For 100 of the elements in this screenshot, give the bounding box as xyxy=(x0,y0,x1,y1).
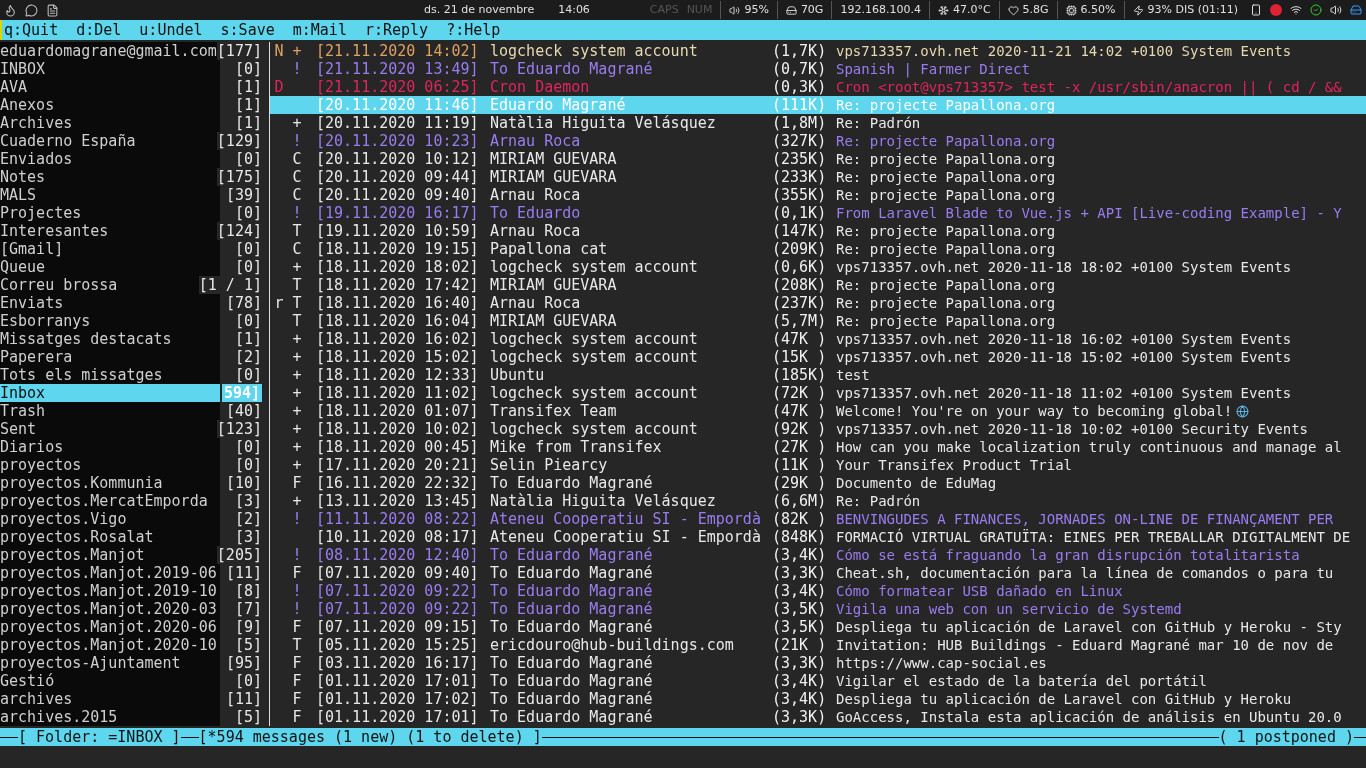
folder-name[interactable]: Inbox xyxy=(0,384,220,402)
message-row[interactable]: ! [08.11.2020 12:40] To Eduardo Magrané (3,4K) Cómo se está fraguando la gran disrupción totalitarista xyxy=(270,546,1366,564)
message-row[interactable]: + [18.11.2020 15:02] logcheck system account (15K ) vps713357.ovh.net 2020-11-18 15:02 +0100 System Events xyxy=(270,348,1366,366)
message-date: [21.11.2020 06:25] xyxy=(316,78,480,96)
folder-name[interactable]: Archives xyxy=(0,114,220,132)
folder-name[interactable]: Sent xyxy=(0,420,217,438)
message-row[interactable]: r T [18.11.2020 16:40] Arnau Roca (237K) Re: projecte Papallona.org xyxy=(270,294,1366,312)
folder-name[interactable]: Projectes xyxy=(0,204,220,222)
flag-letter: + xyxy=(292,42,302,60)
message-row[interactable]: [10.11.2020 08:17] Ateneu Cooperatiu SI - Empordà (848K) FORMACIÓ VIRTUAL GRATUÏTA: EINES PER TREBALLAR DIGITALMENT DE xyxy=(270,528,1366,546)
message-subject: vps713357.ovh.net 2020-11-18 15:02 +0100 System Events xyxy=(836,348,1292,366)
message-subject: vps713357.ovh.net 2020-11-21 14:02 +0100 System Events xyxy=(836,42,1292,60)
folder-name[interactable]: proyectos xyxy=(0,456,220,474)
folder-name[interactable]: Interesantes xyxy=(0,222,217,240)
message-row[interactable]: D [21.11.2020 06:25] Cron Daemon (0,3K) Cron <root@vps713357> test -x /usr/sbin/anacron || ( cd / && xyxy=(270,78,1366,96)
message-row[interactable]: ! [07.11.2020 09:22] To Eduardo Magrané (3,4K) Cómo formatear USB dañado en Linux xyxy=(270,582,1366,600)
message-row[interactable]: T [05.11.2020 15:25] ericdouro@hub-buildings.com (21K ) Invitation: HUB Buildings - Eduard Magrané mar 10 de nov de xyxy=(270,636,1366,654)
folder-name[interactable]: archives.2015 xyxy=(0,708,220,726)
folder-name[interactable]: Cuaderno España xyxy=(0,132,217,150)
folder-name[interactable]: eduardomagrane@gmail.com xyxy=(0,42,217,60)
folder-name[interactable]: proyectos.Manjot.2020-10 xyxy=(0,636,220,654)
chat-icon[interactable] xyxy=(25,3,38,17)
flag-letter: + xyxy=(292,366,302,384)
message-row[interactable]: ! [20.11.2020 10:23] Arnau Roca (327K) Re: projecte Papallona.org xyxy=(270,132,1366,150)
message-row[interactable]: C [20.11.2020 09:40] Arnau Roca (355K) Re: projecte Papallona.org xyxy=(270,186,1366,204)
message-summary: [*594 messages (1 new) (1 to delete) ] xyxy=(198,728,542,746)
message-row[interactable]: + [18.11.2020 10:02] logcheck system account (92K ) vps713357.ovh.net 2020-11-18 10:02 +0100 Security Events xyxy=(270,420,1366,438)
folder-name[interactable]: Esborranys xyxy=(0,312,220,330)
folder-name[interactable]: archives xyxy=(0,690,220,708)
message-size: (5,7M) xyxy=(772,312,828,330)
message-row[interactable]: + [18.11.2020 00:45] Mike from Transifex (27K ) How can you make localization truly continuous and manage al xyxy=(270,438,1366,456)
message-row[interactable]: + [17.11.2020 20:21] Selin Piearcy (11K ) Your Transifex Product Trial xyxy=(270,456,1366,474)
message-row[interactable]: + [20.11.2020 11:19] Natàlia Higuita Velásquez (1,8M) Re: Padrón xyxy=(270,114,1366,132)
folder-name[interactable]: AVA xyxy=(0,78,220,96)
folder-name[interactable]: proyectos-Ajuntament xyxy=(0,654,220,672)
message-row[interactable]: F [16.11.2020 22:32] To Eduardo Magrané (29K ) Documento de EduMag xyxy=(270,474,1366,492)
signal-icon[interactable] xyxy=(1290,4,1302,16)
folder-name[interactable]: Queue xyxy=(0,258,220,276)
folder-name[interactable]: Tots els missatges xyxy=(0,366,220,384)
folder-name[interactable]: Diarios xyxy=(0,438,220,456)
folder-name[interactable]: Enviados xyxy=(0,150,220,168)
message-row[interactable]: ! [19.11.2020 16:17] To Eduardo (0,1K) From Laravel Blade to Vue.js + API [Live-coding Example] - Y xyxy=(270,204,1366,222)
document-icon[interactable] xyxy=(46,3,59,17)
message-date: [07.11.2020 09:22] xyxy=(316,582,480,600)
folder-name[interactable]: [Gmail] xyxy=(0,240,220,258)
message-row[interactable]: C [20.11.2020 10:12] MIRIAM GUEVARA (235K) Re: projecte Papallona.org xyxy=(270,150,1366,168)
folder-name[interactable]: proyectos.Manjot xyxy=(0,546,217,564)
message-row[interactable]: F [03.11.2020 16:17] To Eduardo Magrané (3,3K) https://www.cap-social.es xyxy=(270,654,1366,672)
browser-icon[interactable] xyxy=(4,3,17,17)
flag-letter: + xyxy=(292,384,302,402)
message-date: [07.11.2020 09:40] xyxy=(316,564,480,582)
message-row[interactable]: C [20.11.2020 09:44] MIRIAM GUEVARA (233K) Re: projecte Papallona.org xyxy=(270,168,1366,186)
folder-name[interactable]: INBOX xyxy=(0,60,220,78)
check-icon[interactable] xyxy=(1310,4,1322,16)
folder-name[interactable]: Notes xyxy=(0,168,217,186)
folder-name[interactable]: proyectos.MercatEmporda xyxy=(0,492,220,510)
message-row[interactable]: + [18.11.2020 12:33] Ubuntu (185K) test xyxy=(270,366,1366,384)
message-row[interactable]: F [07.11.2020 09:15] To Eduardo Magrané (3,5K) Despliega tu aplicación de Laravel con GitHub y Heroku - Sty xyxy=(270,618,1366,636)
phone-icon[interactable] xyxy=(1250,4,1262,16)
message-date: [20.11.2020 10:12] xyxy=(316,150,480,168)
folder-name[interactable]: proyectos.Rosalat xyxy=(0,528,220,546)
message-row[interactable]: F [01.11.2020 17:02] To Eduardo Magrané (3,4K) Despliega tu aplicación de Laravel con GitHub y Heroku xyxy=(270,690,1366,708)
volume-icon[interactable] xyxy=(1330,4,1342,16)
postponed-count: ( 1 postponed ) xyxy=(1218,728,1354,746)
message-row[interactable]: F [01.11.2020 17:01] To Eduardo Magrané (3,3K) GoAccess, Instala esta aplicación de análisis en Ubuntu 20.0 xyxy=(270,708,1366,726)
message-row[interactable]: ! [11.11.2020 08:22] Ateneu Cooperatiu SI - Empordà (82K ) BENVINGUDES A FINANCES, JORNADES ON-LINE DE FINANÇAMENT PER xyxy=(270,510,1366,528)
folder-count: [39] xyxy=(225,186,262,204)
box-icon[interactable] xyxy=(1350,4,1362,16)
message-sender: logcheck system account xyxy=(490,348,699,366)
folder-name[interactable]: proyectos.Manjot.2020-06 xyxy=(0,618,220,636)
message-row[interactable]: C [18.11.2020 19:15] Papallona cat (209K) Re: projecte Papallona.org xyxy=(270,240,1366,258)
folder-name[interactable]: Missatges destacats xyxy=(0,330,220,348)
folder-name[interactable]: Trash xyxy=(0,402,220,420)
message-row[interactable]: + [18.11.2020 18:02] logcheck system account (0,6K) vps713357.ovh.net 2020-11-18 18:02 +0100 System Events xyxy=(270,258,1366,276)
message-subject: Re: projecte Papallona.org xyxy=(836,96,1056,114)
message-row[interactable]: T [19.11.2020 10:59] Arnau Roca (147K) Re: projecte Papallona.org xyxy=(270,222,1366,240)
folder-name[interactable]: Enviats xyxy=(0,294,220,312)
message-row[interactable]: T [18.11.2020 17:42] MIRIAM GUEVARA (208K) Re: projecte Papallona.org xyxy=(270,276,1366,294)
folder-name[interactable]: Correu brossa xyxy=(0,276,199,294)
folder-name[interactable]: proyectos.Kommunia xyxy=(0,474,220,492)
folder-name[interactable]: MALS xyxy=(0,186,220,204)
message-row[interactable]: F [01.11.2020 17:01] To Eduardo Magrané (3,4K) Vigilar el estado de la batería del portátil xyxy=(270,672,1366,690)
message-row[interactable]: + [18.11.2020 11:02] logcheck system account (72K ) vps713357.ovh.net 2020-11-18 11:02 +0100 System Events xyxy=(270,384,1366,402)
folder-name[interactable]: proyectos.Manjot.2020-03 xyxy=(0,600,220,618)
folder-name[interactable]: proyectos.Vigo xyxy=(0,510,220,528)
message-row[interactable]: T [18.11.2020 16:04] MIRIAM GUEVARA (5,7M) Re: projecte Papallona.org xyxy=(270,312,1366,330)
folder-name[interactable]: proyectos.Manjot.2019-10 xyxy=(0,582,220,600)
folder-name[interactable]: Anexos xyxy=(0,96,220,114)
folder-name[interactable]: Gestió xyxy=(0,672,220,690)
folder-name[interactable]: proyectos.Manjot.2019-06 xyxy=(0,564,220,582)
message-size: (355K) xyxy=(772,186,828,204)
message-row[interactable]: + [13.11.2020 13:45] Natàlia Higuita Velásquez (6,6M) Re: Padrón xyxy=(270,492,1366,510)
message-row[interactable]: ! [21.11.2020 13:49] To Eduardo Magrané (0,7K) Spanish | Farmer Direct xyxy=(270,60,1366,78)
folder-name[interactable]: Paperera xyxy=(0,348,220,366)
message-row[interactable]: + [18.11.2020 01:07] Transifex Team (47K ) Welcome! You're on your way to becoming global! xyxy=(270,402,1366,420)
message-row[interactable]: F [07.11.2020 09:40] To Eduardo Magrané (3,3K) Cheat.sh, documentación para la línea de comandos o para tu xyxy=(270,564,1366,582)
message-row[interactable]: + [18.11.2020 16:02] logcheck system account (47K ) vps713357.ovh.net 2020-11-18 16:02 +0100 System Events xyxy=(270,330,1366,348)
mail-app-icon[interactable] xyxy=(1270,4,1282,16)
message-row[interactable]: N + [21.11.2020 14:02] logcheck system account (1,7K) vps713357.ovh.net 2020-11-21 14:02 +0100 System Events xyxy=(270,42,1366,60)
message-row[interactable]: ! [07.11.2020 09:22] To Eduardo Magrané (3,5K) Vigila una web con un servicio de Systemd xyxy=(270,600,1366,618)
